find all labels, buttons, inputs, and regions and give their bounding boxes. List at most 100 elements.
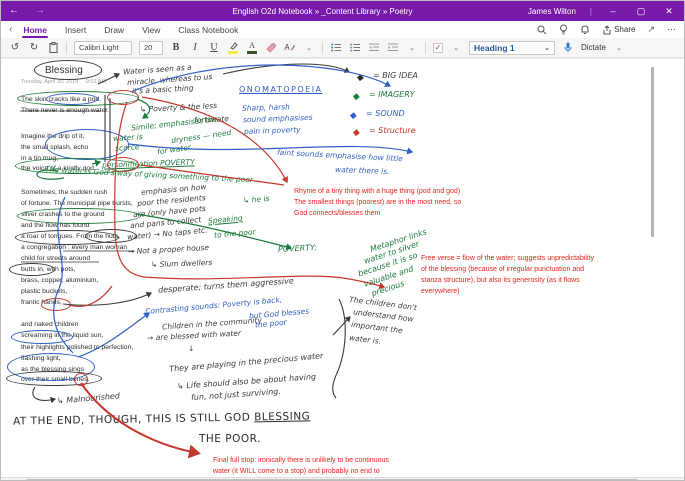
vertical-scrollbar[interactable] — [651, 67, 654, 237]
legend-sound: = SOUND — [366, 110, 405, 118]
hw-note-blue: ONOMATOPOEIA — [239, 86, 323, 94]
poem-line: and the flow has found — [21, 223, 89, 230]
tab-draw[interactable]: Draw — [103, 23, 125, 37]
numbered-list-icon[interactable] — [349, 41, 361, 55]
hw-conclusion-pre: AT THE END, THOUGH, THIS IS STILL GOD — [13, 411, 254, 427]
account-name[interactable]: James Wilton — [528, 7, 576, 16]
bold-button[interactable]: B — [170, 41, 182, 55]
restore-button[interactable]: ▢ — [634, 6, 648, 17]
hw-conclusion-line2: THE POOR. — [199, 434, 261, 445]
poem-line: The skin cracks like a pod. — [21, 97, 101, 104]
paragraph-group-chevron-icon[interactable]: ⌄ — [406, 41, 418, 55]
font-name-select[interactable]: Calibri Light — [74, 41, 132, 55]
horizontal-scrollbar[interactable] — [1, 477, 685, 481]
hw-note: important the — [351, 321, 403, 335]
minimize-button[interactable]: – — [606, 6, 620, 16]
page-canvas[interactable]: Blessing Tuesday, April 30, 2019 9:02 AM… — [1, 58, 685, 481]
poem-line: screaming in the liquid sun, — [21, 333, 103, 340]
poem-line: frantic hands, — [21, 300, 62, 307]
typed-note-rhyme: The smallest things (poorest) are in the… — [294, 199, 461, 206]
tab-insert[interactable]: Insert — [64, 23, 87, 37]
poem-line: in a tin mug, — [21, 156, 58, 163]
hw-note: it's a basic thing — [132, 84, 194, 95]
toolbar-divider — [66, 42, 67, 54]
nav-forward-icon[interactable]: → — [35, 1, 45, 21]
poem-line: as the blessing sings — [21, 367, 84, 374]
dictate-chevron-icon[interactable]: ⌄ — [613, 41, 625, 55]
style-select[interactable]: Heading 1 ⌄ — [469, 41, 555, 55]
poem-line: plastic buckets, — [21, 289, 67, 296]
date-text: Tuesday, April 30, 2019 — [21, 79, 78, 85]
hw-note-blue: sound emphasises — [243, 114, 313, 124]
typed-note-rhyme: God connects/blesses them — [294, 210, 380, 217]
ideas-lightbulb-icon[interactable] — [559, 24, 568, 35]
hw-note-blue: pain in poverty — [244, 126, 301, 135]
full-screen-icon[interactable]: ↗ — [647, 24, 655, 35]
increase-indent-icon[interactable] — [387, 41, 399, 55]
time-text: 9:02 AM — [86, 79, 106, 85]
underline-button[interactable]: U — [208, 41, 220, 55]
share-label: Share — [614, 25, 635, 34]
decrease-indent-icon[interactable] — [368, 41, 380, 55]
font-group-chevron-icon[interactable]: ⌄ — [303, 41, 315, 55]
poem-line: a roar of tongues. From the huts, — [21, 234, 120, 241]
hw-note-green: ↳ he is — [243, 195, 270, 205]
ribbon-back-chevron-icon[interactable]: ‹ — [9, 24, 12, 35]
hw-note-green: Speaking — [208, 215, 243, 225]
hw-note: ↓ — [188, 345, 194, 353]
bullet-list-icon[interactable] — [330, 41, 342, 55]
redo-icon[interactable]: ↻ — [28, 41, 40, 55]
dictate-label[interactable]: Dictate — [581, 43, 606, 52]
undo-icon[interactable]: ↺ — [9, 41, 21, 55]
tab-view[interactable]: View — [141, 23, 161, 37]
typed-note-freeverse: stanza structure), but also its generosi… — [421, 277, 580, 284]
poem-line: their highlights polished to perfection, — [21, 345, 133, 352]
page-date: Tuesday, April 30, 2019 9:02 AM — [21, 79, 106, 85]
poem-line: brass, copper, aluminium, — [21, 278, 98, 285]
close-button[interactable]: ✕ — [662, 6, 676, 17]
poem-line: child for streets around — [21, 256, 90, 263]
more-options-icon[interactable]: ⋯ — [667, 24, 676, 35]
hw-note-green: Simile; emphasises the — [131, 115, 218, 132]
font-color-button[interactable]: A — [246, 41, 258, 55]
toolbar-divider — [425, 42, 426, 54]
tab-class-notebook[interactable]: Class Notebook — [177, 23, 239, 37]
typed-note-freeverse: Free verse = flow of the water; suggests… — [421, 255, 594, 262]
font-color-bar — [247, 51, 257, 54]
hw-note-green: dryness — need — [171, 129, 232, 145]
tag-chevron-icon[interactable]: ⌄ — [450, 41, 462, 55]
tab-home[interactable]: Home — [22, 23, 48, 37]
title-bar: ← → English O2d Notebook » _Content Libr… — [1, 1, 684, 21]
format-painter-icon[interactable] — [265, 41, 277, 55]
search-icon[interactable] — [537, 25, 547, 35]
poem-line: a congregation : every man woman — [21, 245, 127, 252]
hw-note: ↳ Malnourished — [57, 392, 121, 405]
hw-note: → are blessed with water — [147, 330, 241, 342]
page-title: Blessing — [45, 65, 83, 76]
poem-line: Imagine the drip of it, — [21, 134, 84, 141]
styles-pen-button[interactable]: A — [284, 41, 296, 55]
typed-note-fullstop: water (it WILL come to a stop) and proba… — [213, 468, 380, 475]
poem-line: silver crashes to the ground — [21, 212, 105, 219]
font-color-a: A — [249, 42, 255, 50]
highlighter-button[interactable] — [227, 41, 239, 55]
hw-note: → Not a proper house — [128, 244, 209, 256]
hw-note-blue: water there is. — [335, 166, 390, 175]
share-button[interactable]: Share — [602, 25, 635, 35]
structure-diamond-icon: ◆ — [352, 127, 360, 139]
nav-back-icon[interactable]: ← — [9, 1, 19, 21]
hw-note-blue: Sharp, harsh — [242, 103, 290, 112]
hw-note-blue: faint sounds emphasise how little — [277, 149, 403, 163]
italic-button[interactable]: I — [189, 41, 201, 55]
legend-structure: = Structure — [369, 127, 416, 135]
font-size-select[interactable]: 20 — [139, 41, 163, 55]
notifications-bell-icon[interactable] — [580, 24, 590, 35]
todo-tag-checkbox[interactable]: ✓ — [433, 43, 443, 53]
legend-imagery: = IMAGERY — [369, 91, 415, 99]
hw-note: water is. — [349, 334, 382, 345]
toolbar-divider — [322, 42, 323, 54]
dictate-mic-icon[interactable] — [562, 41, 574, 55]
hw-note-green: water is — [113, 133, 143, 143]
paste-clipboard-icon[interactable] — [47, 41, 59, 55]
poem-line: butts in, with pots, — [21, 267, 75, 274]
